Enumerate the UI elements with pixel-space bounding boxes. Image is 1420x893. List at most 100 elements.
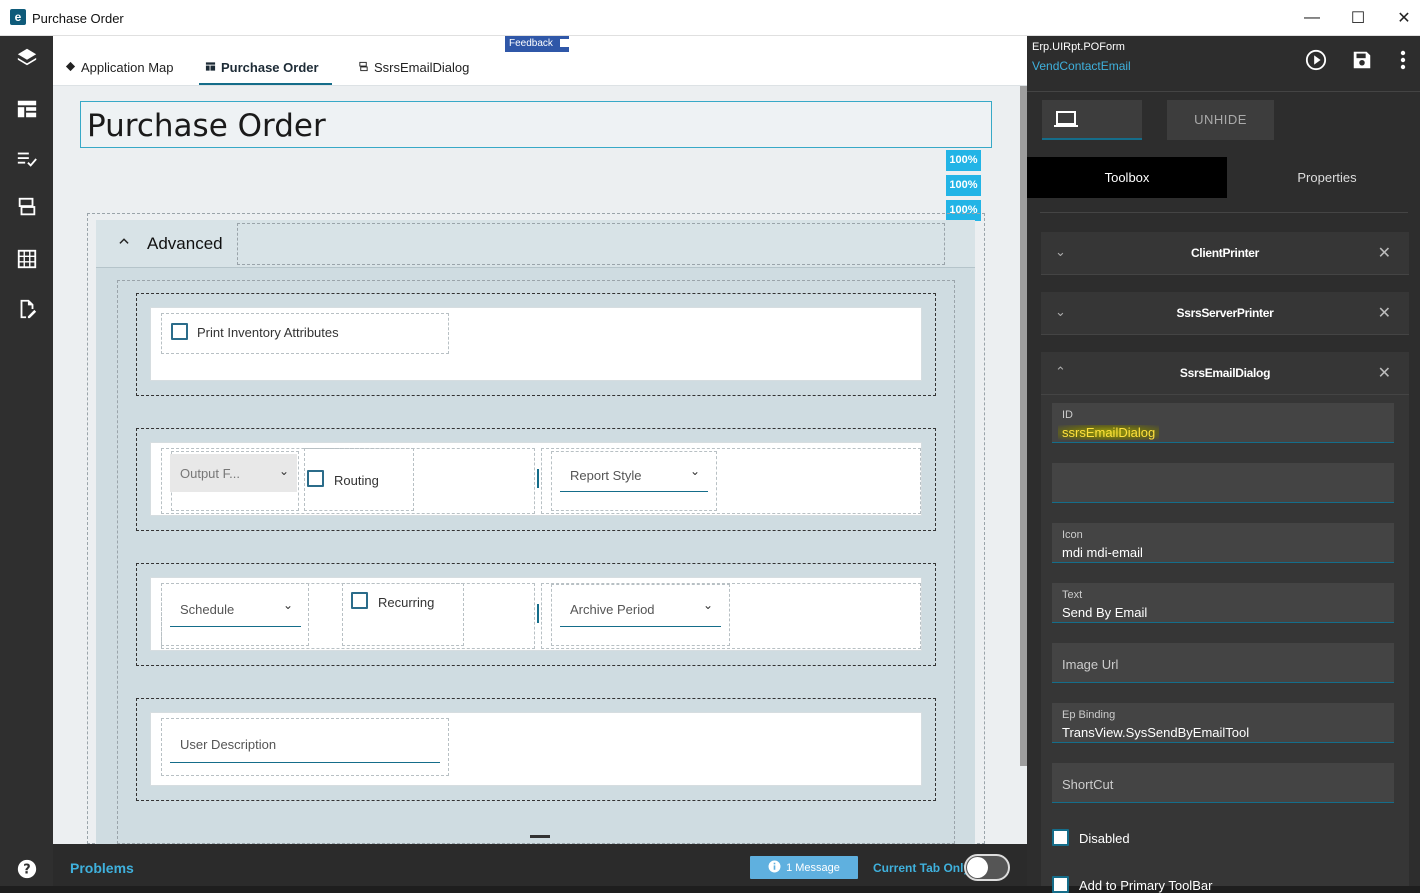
archive-period-select[interactable]: Archive Period ⌄ (560, 594, 721, 627)
chevron-down-icon: ⌄ (702, 598, 713, 612)
report-style-select[interactable]: Report Style ⌄ (560, 460, 708, 492)
page-title-box[interactable]: Purchase Order (80, 101, 992, 148)
close-icon[interactable]: ✕ (1378, 363, 1391, 383)
help-icon[interactable]: ? (14, 856, 40, 882)
properties-panel: Erp.UIRpt.POForm VendContactEmail UNHIDE… (1027, 36, 1420, 893)
resize-handle[interactable] (537, 604, 539, 623)
vertical-scrollbar[interactable] (1020, 86, 1027, 766)
image-url-field[interactable]: Image Url (1052, 643, 1394, 683)
form-icon (205, 60, 216, 75)
tab-bar: Application Map Purchase Order SsrsEmail… (53, 36, 1027, 86)
output-format-select[interactable]: Output F... ⌄ (170, 454, 297, 492)
advanced-label: Advanced (147, 234, 223, 253)
print-inventory-label: Print Inventory Attributes (197, 325, 339, 340)
minimize-button[interactable]: — (1290, 4, 1334, 32)
device-preview-button[interactable] (1042, 100, 1142, 140)
recurring-checkbox[interactable] (351, 592, 368, 609)
grid-icon[interactable] (14, 246, 40, 272)
tab-ssrs-email-dialog[interactable]: SsrsEmailDialog (358, 60, 469, 75)
text-field[interactable]: Text Send By Email (1052, 583, 1394, 623)
layers-icon[interactable] (14, 44, 40, 70)
layout-icon[interactable] (14, 96, 40, 122)
user-description-input[interactable]: User Description (170, 729, 440, 763)
chevron-down-icon: ⌄ (278, 464, 289, 478)
dialog-icon (358, 60, 369, 75)
accordion-title: SsrsServerPrinter (1176, 306, 1274, 320)
dialog-stack-icon[interactable] (14, 194, 40, 220)
more-vertical-icon[interactable] (1391, 48, 1415, 72)
field-value: ssrsEmailDialog (1058, 425, 1160, 440)
form-name: Erp.UIRpt.POForm (1032, 41, 1125, 53)
tab-label: Purchase Order (221, 60, 319, 75)
maximize-button[interactable]: ☐ (1336, 4, 1380, 32)
chevron-down-icon: ⌄ (282, 598, 293, 612)
feedback-button[interactable]: Feedback (505, 36, 569, 52)
current-tab-only-toggle[interactable] (964, 854, 1010, 881)
accordion-ssrs-email-dialog[interactable]: ⌃ SsrsEmailDialog ✕ (1041, 352, 1409, 395)
tab-properties[interactable]: Properties (1227, 157, 1420, 198)
add-primary-toolbar-checkbox[interactable] (1052, 876, 1069, 893)
chevron-up-icon[interactable] (117, 234, 131, 253)
field-label: Ep Binding (1062, 709, 1116, 721)
checklist-icon[interactable] (14, 146, 40, 172)
resize-handle[interactable] (537, 469, 539, 488)
page-title: Purchase Order (87, 108, 326, 144)
designer-canvas: Application Map Purchase Order SsrsEmail… (53, 36, 1027, 844)
ep-binding-field[interactable]: Ep Binding TransView.SysSendByEmailTool (1052, 703, 1394, 743)
accordion-ssrs-server-printer[interactable]: ⌄ SsrsServerPrinter ✕ (1041, 292, 1409, 335)
close-button[interactable]: ✕ (1382, 4, 1420, 32)
info-icon (768, 860, 781, 876)
tab-purchase-order[interactable]: Purchase Order (205, 60, 319, 75)
close-icon[interactable]: ✕ (1378, 303, 1391, 323)
play-icon[interactable] (1304, 48, 1328, 72)
field-placeholder: Image Url (1062, 657, 1119, 672)
width-badge[interactable]: 100% (946, 175, 981, 196)
output-format-value: Output F... (180, 466, 240, 481)
field-value: TransView.SysSendByEmailTool (1062, 725, 1250, 740)
feedback-label: Feedback (509, 38, 553, 49)
close-icon[interactable]: ✕ (1378, 243, 1391, 263)
shortcut-field[interactable]: ShortCut (1052, 763, 1394, 803)
field-label: ID (1062, 409, 1073, 421)
id-field[interactable]: ID ssrsEmailDialog (1052, 403, 1394, 443)
print-inventory-checkbox[interactable] (171, 323, 188, 340)
user-description-placeholder: User Description (180, 737, 277, 752)
comment-icon (559, 39, 569, 48)
divider (1027, 91, 1420, 92)
field-label: Text (1062, 589, 1083, 601)
schedule-label: Schedule (180, 602, 235, 617)
icon-field[interactable]: Icon mdi mdi-email (1052, 523, 1394, 563)
svg-text:?: ? (23, 863, 30, 878)
current-tab-only-label: Current Tab Only (873, 861, 971, 875)
field-label: Icon (1062, 529, 1083, 541)
blank-field[interactable] (1052, 463, 1394, 503)
tab-toolbox[interactable]: Toolbox (1027, 157, 1227, 198)
problems-link[interactable]: Problems (70, 860, 134, 876)
field-placeholder: ShortCut (1062, 777, 1114, 792)
disabled-label: Disabled (1079, 831, 1130, 846)
unhide-button[interactable]: UNHIDE (1167, 100, 1274, 140)
width-badge[interactable]: 100% (946, 150, 981, 171)
app-logo-icon: e (10, 9, 26, 25)
accordion-body (1041, 387, 1409, 886)
messages-button[interactable]: 1 Message (750, 856, 858, 879)
sub-form-name[interactable]: VendContactEmail (1032, 59, 1131, 73)
divider (1040, 212, 1408, 213)
routing-checkbox[interactable] (307, 470, 324, 487)
accordion-title: SsrsEmailDialog (1179, 366, 1271, 380)
save-icon[interactable] (1350, 48, 1374, 72)
toggle-knob (967, 857, 988, 878)
schedule-select[interactable]: Schedule ⌄ (170, 594, 301, 627)
disabled-checkbox[interactable] (1052, 829, 1069, 846)
accordion-client-printer[interactable]: ⌄ ClientPrinter ✕ (1041, 232, 1409, 275)
resize-grip[interactable] (530, 835, 550, 838)
field-value: mdi mdi-email (1062, 545, 1143, 560)
accordion-title: ClientPrinter (1190, 246, 1260, 260)
edit-document-icon[interactable] (14, 296, 40, 322)
window-titlebar: e Purchase Order — ☐ ✕ (0, 0, 1420, 36)
tab-application-map[interactable]: Application Map (65, 60, 174, 75)
advanced-header-slot (237, 223, 945, 265)
active-tab-indicator (199, 83, 332, 85)
bottom-bar: Problems 1 Message Current Tab Only (53, 835, 1027, 886)
left-sidebar: ? (0, 36, 53, 886)
